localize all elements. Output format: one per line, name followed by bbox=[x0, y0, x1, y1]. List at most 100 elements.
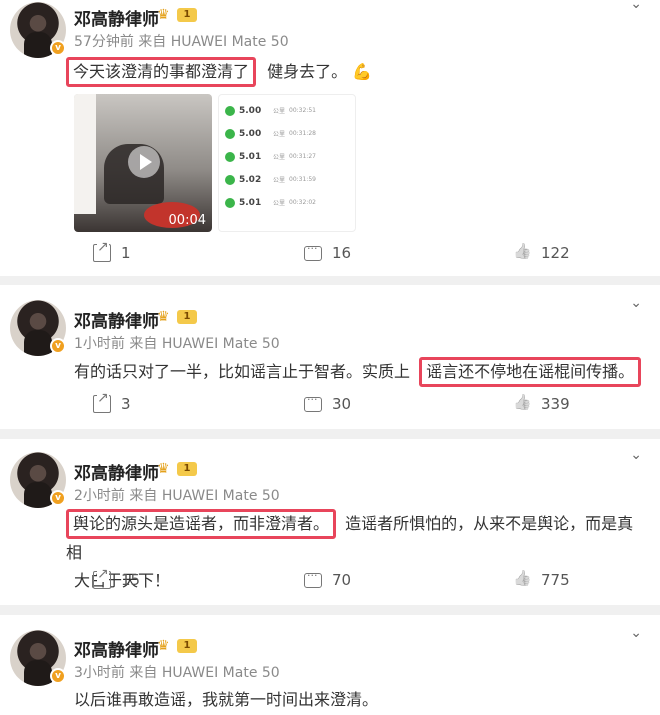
share-icon bbox=[93, 239, 111, 262]
run-distance: 5.00 bbox=[239, 128, 262, 139]
post-meta: 1小时前 来自 HUAWEI Mate 50 bbox=[74, 333, 280, 353]
run-record: 5.00 公里 00:31:28 bbox=[225, 122, 349, 145]
level-badge: 1 bbox=[177, 8, 197, 22]
run-record: 5.01 公里 00:31:27 bbox=[225, 145, 349, 168]
post-text: 有的话只对了一半，比如谣言止于智者。实质上 谣言还不停地在谣棍间传播。 bbox=[74, 357, 642, 387]
post-text-rest: 健身去了。 bbox=[267, 62, 348, 81]
post: v 邓高静律师 ♛ 1 2小时前 来自 HUAWEI Mate 50 ⌄ 舆论的… bbox=[0, 439, 660, 605]
post-time[interactable]: 57分钟前 bbox=[74, 34, 134, 50]
run-distance: 5.01 bbox=[239, 151, 262, 162]
more-chevron-down-icon[interactable]: ⌄ bbox=[630, 295, 642, 311]
run-icon bbox=[225, 197, 235, 208]
crown-icon: ♛ bbox=[157, 7, 170, 23]
source-prefix: 来自 bbox=[138, 34, 167, 50]
more-chevron-down-icon[interactable]: ⌄ bbox=[630, 625, 642, 641]
post-actions: 15 70 775 bbox=[0, 566, 660, 595]
post-text-before: 有的话只对了一半，比如谣言止于智者。实质上 bbox=[74, 362, 411, 381]
post-meta: 2小时前 来自 HUAWEI Mate 50 bbox=[74, 485, 280, 505]
run-record: 5.00 公里 00:32:51 bbox=[225, 99, 349, 122]
run-unit: 公里 bbox=[273, 177, 286, 184]
weibo-feed: v 邓高静律师 ♛ 1 57分钟前 来自 HUAWEI Mate 50 ⌄ 今天… bbox=[0, 0, 660, 715]
like-icon bbox=[513, 244, 531, 262]
like-button[interactable]: 122 bbox=[513, 244, 570, 262]
source-device: HUAWEI Mate 50 bbox=[161, 336, 280, 352]
post-text: 以后谁再敢造谣，我就第一时间出来澄清。 bbox=[74, 690, 379, 709]
run-icon bbox=[225, 151, 235, 162]
post-meta: 57分钟前 来自 HUAWEI Mate 50 bbox=[74, 31, 289, 51]
source-prefix: 来自 bbox=[129, 488, 158, 504]
author-name[interactable]: 邓高静律师 bbox=[74, 307, 159, 332]
share-icon bbox=[93, 566, 111, 589]
source-device: HUAWEI Mate 50 bbox=[161, 488, 280, 504]
run-record: 5.01 公里 00:32:02 bbox=[225, 191, 349, 214]
source-device: HUAWEI Mate 50 bbox=[161, 665, 280, 681]
run-time: 00:32:02 bbox=[289, 199, 316, 206]
share-count: 15 bbox=[121, 571, 141, 589]
run-record: 5.02 公里 00:31:59 bbox=[225, 168, 349, 191]
like-button[interactable]: 775 bbox=[513, 571, 570, 589]
run-icon bbox=[225, 128, 235, 139]
level-badge: 1 bbox=[177, 462, 197, 476]
author-name[interactable]: 邓高静律师 bbox=[74, 459, 159, 484]
post-actions: 3 30 339 bbox=[0, 390, 660, 419]
comment-icon bbox=[304, 242, 322, 261]
run-icon bbox=[225, 174, 235, 185]
level-badge: 1 bbox=[177, 310, 197, 324]
comment-icon bbox=[304, 393, 322, 412]
more-chevron-down-icon[interactable]: ⌄ bbox=[630, 0, 642, 12]
post-time[interactable]: 1小时前 bbox=[74, 336, 125, 352]
comment-button[interactable]: 30 bbox=[304, 393, 352, 413]
source-device: HUAWEI Mate 50 bbox=[170, 34, 289, 50]
post-time[interactable]: 3小时前 bbox=[74, 665, 125, 681]
verified-badge-icon: v bbox=[50, 668, 66, 684]
run-time: 00:31:27 bbox=[289, 153, 316, 160]
running-records-image[interactable]: 5.00 公里 00:32:51 5.00 公里 00:31:28 5.01 公里 00:3… bbox=[218, 94, 356, 232]
post-time[interactable]: 2小时前 bbox=[74, 488, 125, 504]
verified-badge-icon: v bbox=[50, 338, 66, 354]
run-time: 00:32:51 bbox=[289, 107, 316, 114]
like-button[interactable]: 339 bbox=[513, 395, 570, 413]
video-thumbnail[interactable]: 00:04 bbox=[74, 94, 212, 232]
comment-button[interactable]: 70 bbox=[304, 569, 351, 589]
highlighted-text: 谣言还不停地在谣棍间传播。 bbox=[419, 357, 642, 387]
comment-button[interactable]: 16 bbox=[304, 242, 352, 262]
crown-icon: ♛ bbox=[157, 638, 170, 654]
run-unit: 公里 bbox=[273, 200, 286, 207]
source-prefix: 来自 bbox=[129, 665, 158, 681]
run-icon bbox=[225, 105, 235, 116]
share-button[interactable]: 15 bbox=[93, 566, 141, 589]
run-time: 00:31:59 bbox=[289, 176, 316, 183]
run-distance: 5.00 bbox=[239, 105, 262, 116]
crown-icon: ♛ bbox=[157, 461, 170, 477]
run-unit: 公里 bbox=[273, 154, 286, 161]
source-prefix: 来自 bbox=[129, 336, 158, 352]
highlighted-text: 舆论的源头是造谣者，而非澄清者。 bbox=[66, 509, 337, 539]
play-icon[interactable] bbox=[128, 146, 160, 178]
share-button[interactable]: 1 bbox=[93, 239, 131, 262]
post-meta: 3小时前 来自 HUAWEI Mate 50 bbox=[74, 662, 280, 682]
like-icon bbox=[513, 571, 531, 589]
window-decor bbox=[74, 94, 96, 214]
like-count: 775 bbox=[541, 571, 570, 589]
post-actions: 1 16 122 bbox=[0, 239, 660, 268]
more-chevron-down-icon[interactable]: ⌄ bbox=[630, 447, 642, 463]
like-count: 122 bbox=[541, 244, 570, 262]
comment-icon bbox=[304, 569, 322, 588]
run-unit: 公里 bbox=[273, 131, 286, 138]
post: v 邓高静律师 ♛ 1 3小时前 来自 HUAWEI Mate 50 ⌄ 以后谁… bbox=[0, 615, 660, 715]
author-name[interactable]: 邓高静律师 bbox=[74, 636, 159, 661]
like-icon bbox=[513, 395, 531, 413]
author-name[interactable]: 邓高静律师 bbox=[74, 5, 159, 30]
share-count: 3 bbox=[121, 395, 131, 413]
post-text: 今天该澄清的事都澄清了 健身去了。 💪 bbox=[66, 57, 372, 87]
post: v 邓高静律师 ♛ 1 1小时前 来自 HUAWEI Mate 50 ⌄ 有的话… bbox=[0, 285, 660, 429]
video-duration: 00:04 bbox=[168, 213, 206, 228]
run-distance: 5.02 bbox=[239, 174, 262, 185]
share-button[interactable]: 3 bbox=[93, 390, 131, 413]
like-count: 339 bbox=[541, 395, 570, 413]
comment-count: 30 bbox=[332, 395, 352, 413]
flexed-bicep-icon: 💪 bbox=[352, 62, 373, 81]
run-unit: 公里 bbox=[273, 108, 286, 115]
level-badge: 1 bbox=[177, 639, 197, 653]
comment-count: 16 bbox=[332, 244, 352, 262]
